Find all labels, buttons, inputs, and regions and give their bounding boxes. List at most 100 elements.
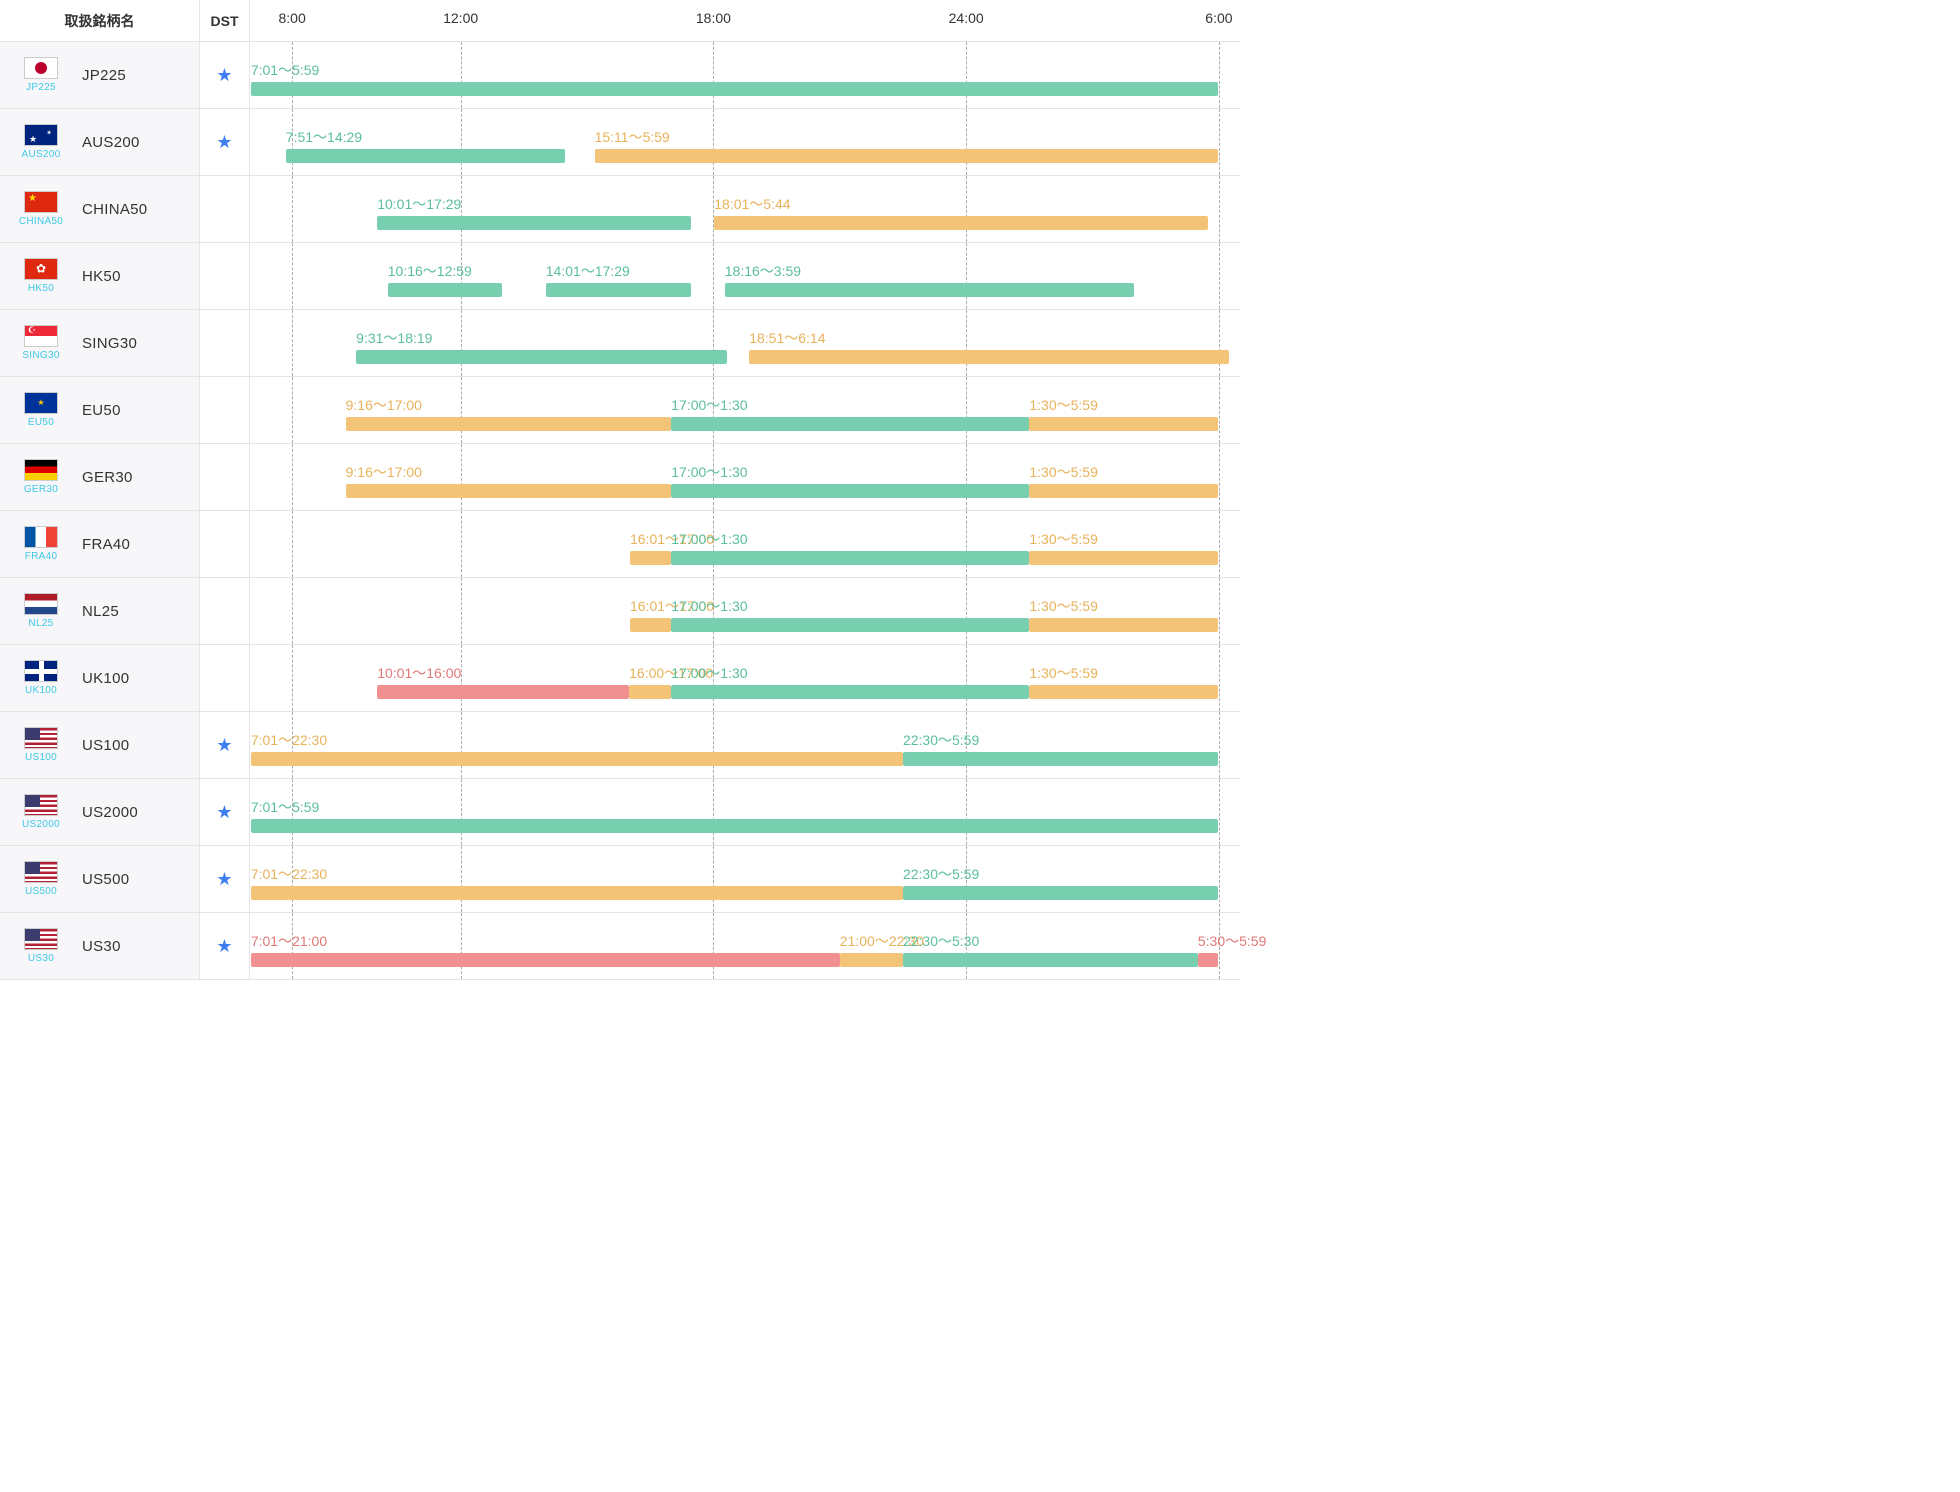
instrument-name: GER30: [82, 469, 133, 486]
timeline-cell: 9:16～17:0017:00～1:301:30～5:59: [250, 377, 1240, 443]
session-label: 17:00～1:30: [671, 596, 747, 616]
grid-line: [461, 846, 462, 912]
instrument-code: US500: [25, 886, 57, 897]
session-label: 18:51～6:14: [749, 328, 825, 348]
session-bar: [714, 216, 1207, 230]
grid-line: [713, 913, 714, 979]
instrument-name: SING30: [82, 335, 137, 352]
grid-line: [966, 42, 967, 108]
instrument-code: US2000: [22, 819, 60, 830]
instrument-name-cell: US2000 US2000: [0, 779, 200, 845]
header-dst: DST: [200, 0, 250, 41]
instrument-name: US30: [82, 938, 121, 955]
grid-line: [461, 42, 462, 108]
instrument-row: GER30GER309:16～17:0017:00～1:301:30～5:59: [0, 444, 1240, 511]
session-bar: [630, 618, 671, 632]
grid-line: [461, 444, 462, 510]
session-label: 7:51～14:29: [286, 127, 362, 147]
instrument-row: JP225JP225★7:01～5:59: [0, 42, 1240, 109]
session-bar: [251, 752, 903, 766]
dst-cell: ★: [200, 109, 250, 175]
session-label: 9:16～17:00: [346, 395, 422, 415]
instrument-name: US2000: [82, 804, 138, 821]
instrument-row: HK50HK5010:16～12:5914:01～17:2918:16～3:59: [0, 243, 1240, 310]
flag-icon: [24, 727, 58, 749]
instrument-name-cell: EU50EU50: [0, 377, 200, 443]
session-bar: [1198, 953, 1218, 967]
timeline-cell: 16:01～17:0017:00～1:301:30～5:59: [250, 511, 1240, 577]
instrument-code: EU50: [28, 417, 54, 428]
grid-line: [713, 109, 714, 175]
session-bar: [1029, 685, 1218, 699]
grid-line: [1219, 645, 1220, 711]
grid-line: [1219, 310, 1220, 376]
session-bar: [671, 417, 1029, 431]
session-bar: [630, 551, 671, 565]
dst-cell: [200, 645, 250, 711]
flag-icon: [24, 861, 58, 883]
dst-cell: [200, 243, 250, 309]
session-label: 10:16～12:59: [388, 261, 472, 281]
grid-line: [713, 712, 714, 778]
session-label: 10:01～17:29: [377, 194, 461, 214]
grid-line: [461, 310, 462, 376]
session-bar: [356, 350, 727, 364]
session-bar: [903, 752, 1218, 766]
instrument-name-cell: SING30SING30: [0, 310, 200, 376]
session-label: 17:00～1:30: [671, 663, 747, 683]
session-label: 1:30～5:59: [1029, 529, 1098, 549]
session-bar: [388, 283, 502, 297]
instrument-name: FRA40: [82, 536, 130, 553]
grid-line: [966, 377, 967, 443]
session-label: 9:31～18:19: [356, 328, 432, 348]
header-timeline: 8:0012:0018:0024:006:00: [250, 0, 1240, 41]
dst-star-icon: ★: [216, 869, 232, 890]
session-label: 7:01～22:30: [251, 730, 327, 750]
instrument-code: AUS200: [21, 149, 60, 160]
instrument-name-cell: CHINA50CHINA50: [0, 176, 200, 242]
dst-star-icon: ★: [216, 735, 232, 756]
grid-line: [1219, 578, 1220, 644]
instrument-name: JP225: [82, 67, 126, 84]
session-bar: [1029, 618, 1218, 632]
timeline-cell: 7:51～14:2915:11～5:59: [250, 109, 1240, 175]
session-bar: [286, 149, 565, 163]
dst-cell: [200, 377, 250, 443]
dst-cell: [200, 176, 250, 242]
grid-line: [292, 578, 293, 644]
grid-line: [1219, 243, 1220, 309]
grid-line: [461, 578, 462, 644]
grid-line: [713, 846, 714, 912]
grid-line: [292, 444, 293, 510]
grid-line: [461, 511, 462, 577]
session-label: 1:30～5:59: [1029, 596, 1098, 616]
instrument-code: NL25: [28, 618, 53, 629]
timeline-cell: 10:01～16:0016:00～17:0017:00～1:301:30～5:5…: [250, 645, 1240, 711]
header-instrument-name: 取扱銘柄名: [0, 0, 200, 41]
instrument-row: FRA40FRA4016:01～17:0017:00～1:301:30～5:59: [0, 511, 1240, 578]
session-label: 7:01～22:30: [251, 864, 327, 884]
grid-line: [966, 578, 967, 644]
instrument-code: US100: [25, 752, 57, 763]
instrument-name: US100: [82, 737, 129, 754]
session-bar: [251, 886, 903, 900]
instrument-name: HK50: [82, 268, 121, 285]
session-label: 7:01～5:59: [251, 60, 320, 80]
instrument-row: UK100UK10010:01～16:0016:00～17:0017:00～1:…: [0, 645, 1240, 712]
grid-line: [461, 712, 462, 778]
timeline-cell: 7:01～5:59: [250, 42, 1240, 108]
grid-line: [713, 779, 714, 845]
session-bar: [903, 953, 1198, 967]
session-bar: [629, 685, 671, 699]
instrument-name-cell: US100 US100: [0, 712, 200, 778]
grid-line: [966, 779, 967, 845]
session-bar: [346, 484, 672, 498]
session-label: 5:30～5:59: [1198, 931, 1267, 951]
instrument-code: HK50: [28, 283, 54, 294]
dst-star-icon: ★: [216, 936, 232, 957]
session-label: 7:01～21:00: [251, 931, 327, 951]
session-bar: [671, 618, 1029, 632]
time-tick-label: 24:00: [949, 10, 984, 26]
session-label: 10:01～16:00: [377, 663, 461, 683]
session-label: 22:30～5:30: [903, 931, 979, 951]
